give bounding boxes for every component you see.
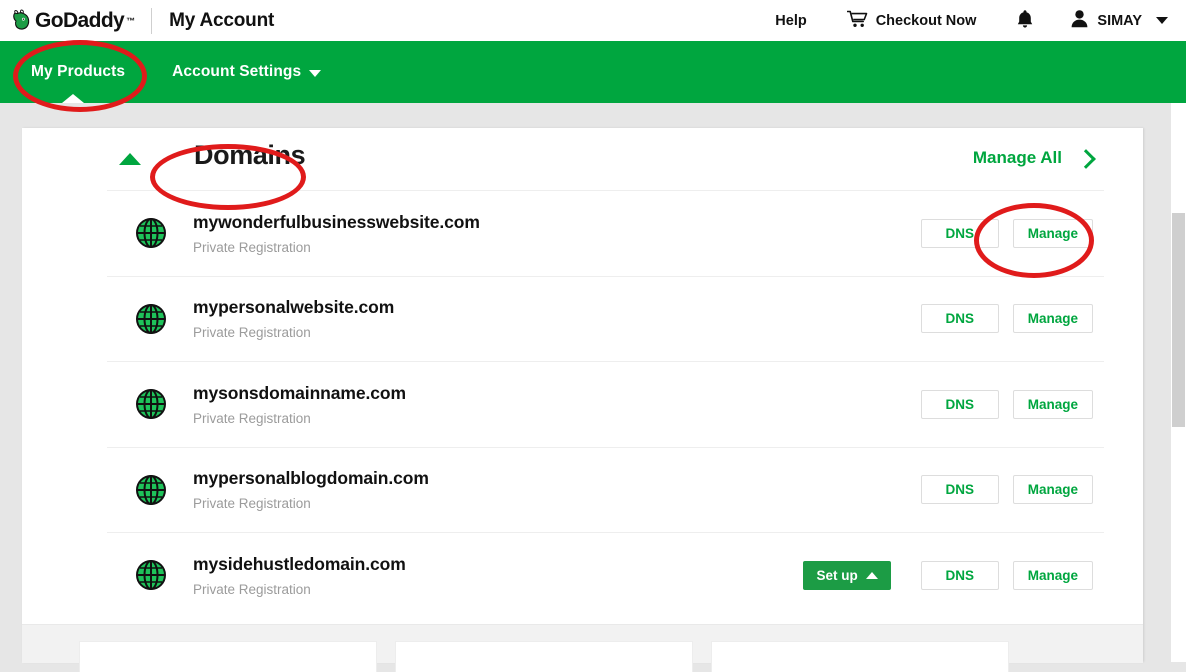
table-row: mypersonalblogdomain.com Private Registr… [107, 447, 1104, 533]
row-text: mywonderfulbusinesswebsite.com Private R… [193, 212, 480, 255]
scrollbar[interactable] [1171, 103, 1186, 662]
triangle-up-icon[interactable] [119, 153, 141, 165]
godaddy-wordmark: GoDaddy [35, 9, 124, 33]
manage-all-label: Manage All [973, 148, 1062, 168]
dns-button[interactable]: DNS [921, 475, 999, 504]
nav-item-my-products[interactable]: My Products [31, 63, 125, 81]
row-actions: DNS Manage [921, 304, 1104, 333]
manage-button[interactable]: Manage [1013, 475, 1093, 504]
manage-all-link[interactable]: Manage All [973, 148, 1093, 168]
dns-button[interactable]: DNS [921, 390, 999, 419]
manage-button[interactable]: Manage [1013, 219, 1093, 248]
table-row: mysidehustledomain.com Private Registrat… [107, 532, 1104, 618]
globe-icon [135, 559, 167, 591]
product-card[interactable] [395, 641, 693, 672]
globe-icon [135, 303, 167, 335]
domain-name[interactable]: mypersonalblogdomain.com [193, 468, 429, 489]
domain-name[interactable]: mywonderfulbusinesswebsite.com [193, 212, 480, 233]
header-actions: Help Checkout Now [775, 9, 1168, 33]
table-row: mypersonalwebsite.com Private Registrati… [107, 276, 1104, 362]
godaddy-daddyman-icon [11, 9, 34, 32]
domain-status: Private Registration [193, 325, 394, 340]
globe-icon [135, 388, 167, 420]
chevron-down-icon [1156, 17, 1168, 24]
table-row: mysonsdomainname.com Private Registratio… [107, 361, 1104, 447]
domain-name[interactable]: mysidehustledomain.com [193, 554, 406, 575]
username-label: SIMAY [1097, 13, 1142, 29]
godaddy-logo[interactable]: GoDaddy™ [11, 9, 135, 33]
active-tab-indicator [62, 94, 84, 103]
row-text: mysidehustledomain.com Private Registrat… [193, 554, 406, 597]
next-section-strip [22, 624, 1143, 663]
domain-status: Private Registration [193, 582, 406, 597]
row-text: mysonsdomainname.com Private Registratio… [193, 383, 406, 426]
checkout-now-button[interactable]: Checkout Now [847, 10, 977, 32]
manage-button[interactable]: Manage [1013, 304, 1093, 333]
setup-label: Set up [816, 568, 857, 583]
manage-button[interactable]: Manage [1013, 561, 1093, 590]
domain-status: Private Registration [193, 411, 406, 426]
triangle-up-icon [866, 572, 878, 579]
dns-button[interactable]: DNS [921, 219, 999, 248]
product-card[interactable] [79, 641, 377, 672]
row-actions: DNS Manage [921, 390, 1104, 419]
nav-label-my-products: My Products [31, 63, 125, 81]
domains-section-header: Domains Manage All [22, 128, 1143, 190]
page-title: My Account [169, 10, 274, 32]
shopping-cart-icon [847, 10, 868, 32]
domains-panel: Domains Manage All mywonderfulbusinesswe… [22, 128, 1143, 662]
help-label: Help [775, 13, 806, 29]
user-menu-button[interactable]: SIMAY [1070, 9, 1168, 32]
domains-list: mywonderfulbusinesswebsite.com Private R… [22, 190, 1143, 618]
notifications-button[interactable] [1016, 9, 1034, 33]
scrollbar-thumb[interactable] [1172, 213, 1185, 427]
nav-item-account-settings[interactable]: Account Settings [172, 63, 321, 81]
dns-button[interactable]: DNS [921, 561, 999, 590]
dns-button[interactable]: DNS [921, 304, 999, 333]
setup-button[interactable]: Set up [803, 561, 890, 590]
table-row: mywonderfulbusinesswebsite.com Private R… [107, 190, 1104, 276]
top-header-bar: GoDaddy™ My Account Help Checkout Now [0, 0, 1186, 41]
manage-button[interactable]: Manage [1013, 390, 1093, 419]
nav-label-account-settings: Account Settings [172, 63, 301, 81]
row-text: mypersonalblogdomain.com Private Registr… [193, 468, 429, 511]
brand-area: GoDaddy™ My Account [11, 8, 274, 34]
row-actions: DNS Manage [921, 475, 1104, 504]
chevron-down-icon [309, 70, 321, 77]
domain-status: Private Registration [193, 240, 480, 255]
row-actions: Set up DNS Manage [803, 561, 1104, 590]
product-card[interactable] [711, 641, 1009, 672]
row-text: mypersonalwebsite.com Private Registrati… [193, 297, 394, 340]
section-title: Domains [194, 140, 305, 171]
header-divider [151, 8, 152, 34]
chevron-right-icon [1076, 149, 1096, 169]
globe-icon [135, 217, 167, 249]
domain-name[interactable]: mypersonalwebsite.com [193, 297, 394, 318]
user-avatar-icon [1070, 9, 1089, 32]
help-link[interactable]: Help [775, 13, 806, 29]
domain-status: Private Registration [193, 496, 429, 511]
notification-bell-icon [1016, 9, 1034, 33]
domain-name[interactable]: mysonsdomainname.com [193, 383, 406, 404]
globe-icon [135, 474, 167, 506]
checkout-label: Checkout Now [876, 13, 977, 29]
row-actions: DNS Manage [921, 219, 1104, 248]
trademark-symbol: ™ [126, 16, 135, 26]
primary-navigation: My Products Account Settings [0, 41, 1186, 103]
